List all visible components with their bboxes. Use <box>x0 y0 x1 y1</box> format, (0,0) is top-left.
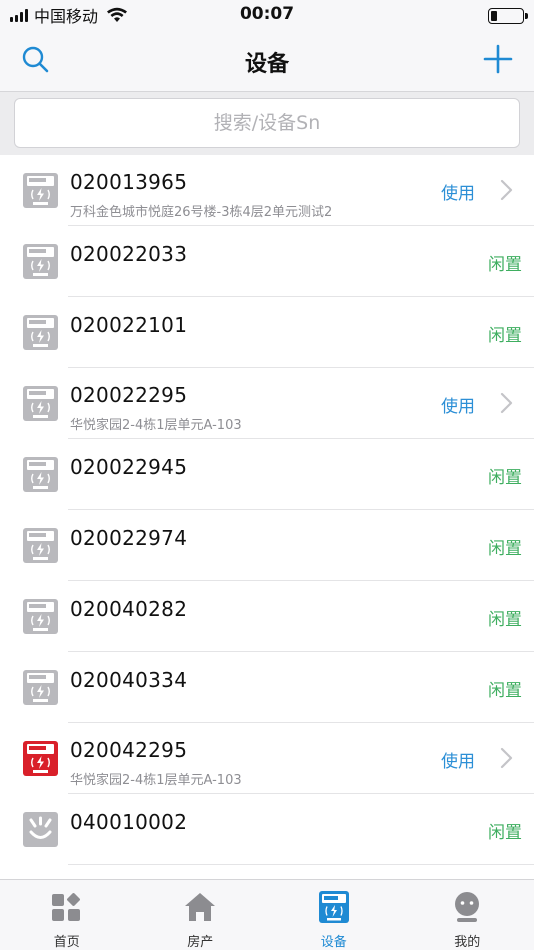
status-bar: 中国移动 00:07 <box>0 0 534 30</box>
row-divider <box>68 864 534 865</box>
tab-label: 设备 <box>320 935 347 950</box>
battery-icon <box>488 8 528 24</box>
device-row[interactable]: 020022945 闲置 <box>0 439 534 510</box>
device-row[interactable]: 020013965 万科金色城市悦庭26号楼-3栋4层2单元测试2 使用 <box>0 155 534 226</box>
device-address: 华悦家园2-4栋1层单元A-103 <box>70 773 242 788</box>
status-badge: 使用 <box>441 184 475 204</box>
device-row[interactable]: 020042295 华悦家园2-4栋1层单元A-103 使用 <box>0 723 534 794</box>
meter-icon <box>22 669 59 706</box>
device-sn: 020022033 <box>70 242 188 266</box>
tab-label: 首页 <box>53 935 80 950</box>
device-meter-icon <box>317 890 351 924</box>
device-address: 华悦家园2-4栋1层单元A-103 <box>70 418 242 433</box>
status-badge: 闲置 <box>488 326 522 346</box>
device-sn: 020022974 <box>70 526 188 550</box>
status-badge: 闲置 <box>488 610 522 630</box>
device-sn: 020040334 <box>70 668 188 692</box>
meter-icon <box>22 527 59 564</box>
status-badge: 闲置 <box>488 823 522 843</box>
tab-label: 房产 <box>187 935 214 950</box>
search-input[interactable]: 搜索/设备Sn <box>14 98 520 148</box>
tab-device[interactable]: 设备 <box>267 880 401 950</box>
status-badge: 闲置 <box>488 681 522 701</box>
socket-icon <box>22 811 59 848</box>
status-badge: 使用 <box>441 397 475 417</box>
tab-label: 我的 <box>454 935 481 950</box>
device-sn: 040010002 <box>70 810 188 834</box>
status-badge: 闲置 <box>488 255 522 275</box>
meter-icon <box>22 243 59 280</box>
tab-mine[interactable]: 我的 <box>401 880 534 950</box>
meter-icon <box>22 172 59 209</box>
device-row[interactable]: 020022295 华悦家园2-4栋1层单元A-103 使用 <box>0 368 534 439</box>
device-sn: 020022295 <box>70 383 188 407</box>
chevron-right-icon[interactable] <box>500 747 514 769</box>
tab-bar: 首页 房产 设备 我的 <box>0 879 534 950</box>
device-row[interactable]: 020022974 闲置 <box>0 510 534 581</box>
device-row[interactable]: 020022101 闲置 <box>0 297 534 368</box>
plus-icon[interactable] <box>482 43 514 75</box>
device-sn: 020042295 <box>70 738 188 762</box>
device-sn: 020022945 <box>70 455 188 479</box>
device-row[interactable]: 020040334 闲置 <box>0 652 534 723</box>
clock: 00:07 <box>239 4 295 24</box>
device-sn: 020022101 <box>70 313 188 337</box>
device-sn: 020013965 <box>70 170 188 194</box>
home-grid-icon <box>50 890 84 924</box>
battery-level <box>491 11 497 21</box>
device-row[interactable]: 020040282 闲置 <box>0 581 534 652</box>
status-badge: 闲置 <box>488 539 522 559</box>
profile-icon <box>450 890 484 924</box>
status-badge: 闲置 <box>488 468 522 488</box>
page-title: 设备 <box>244 52 289 77</box>
meter-icon <box>22 385 59 422</box>
tab-home[interactable]: 首页 <box>0 880 134 950</box>
device-sn: 020040282 <box>70 597 188 621</box>
status-badge: 使用 <box>441 752 475 772</box>
nav-bar: 设备 <box>0 30 534 92</box>
meter-icon <box>22 598 59 635</box>
meter-icon <box>22 456 59 493</box>
tab-property[interactable]: 房产 <box>134 880 268 950</box>
meter-alert-icon <box>22 740 59 777</box>
meter-icon <box>22 314 59 351</box>
chevron-right-icon[interactable] <box>500 392 514 414</box>
device-address: 万科金色城市悦庭26号楼-3栋4层2单元测试2 <box>70 205 333 220</box>
search-bar: 搜索/设备Sn <box>0 92 534 155</box>
device-list: 020013965 万科金色城市悦庭26号楼-3栋4层2单元测试2 使用 020022… <box>0 155 534 879</box>
house-icon <box>183 890 217 924</box>
device-row[interactable]: 040010002 闲置 <box>0 794 534 865</box>
device-row[interactable]: 020022033 闲置 <box>0 226 534 297</box>
chevron-right-icon[interactable] <box>500 179 514 201</box>
